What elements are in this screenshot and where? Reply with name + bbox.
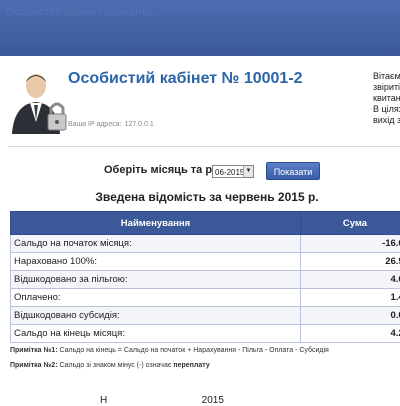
row-name: Сальдо на кінець місяця: xyxy=(11,325,301,343)
row-name: Відшкодовано субсидія: xyxy=(11,307,301,325)
top-banner: Особистий кабінет абонента xyxy=(0,0,400,56)
note-text: Сальдо на кінець = Сальдо на початок + Н… xyxy=(59,347,328,354)
row-value: 0.00 xyxy=(300,307,400,325)
row-name: Сальдо на початок місяця: xyxy=(11,235,301,253)
column-header-amount: Сума xyxy=(300,212,400,235)
banner-faint-text: Особистий кабінет абонента xyxy=(6,6,152,18)
welcome-line: квитан xyxy=(373,93,400,104)
summary-title: Зведена відомість за червень 2015 р. xyxy=(0,190,400,204)
user-avatar-icon xyxy=(8,70,70,134)
table-row: Сальдо на початок місяця: -16.68 xyxy=(11,235,400,253)
row-value: 26.98 xyxy=(300,253,400,271)
ip-address: Ваша IP адреса:127.0.0.1 xyxy=(68,121,154,128)
summary-table: Найменування Сума Сальдо на початок міся… xyxy=(10,211,400,343)
table-row: Відшкодовано за пільгою: 4.67 xyxy=(11,271,400,289)
note-emphasis: переплату xyxy=(173,362,209,369)
welcome-line: вихід з xyxy=(373,115,400,126)
bottom-partial-text: Н 2015 xyxy=(100,395,224,406)
row-name: Оплачено: xyxy=(11,289,301,307)
table-row: Оплачено: 1.40 xyxy=(11,289,400,307)
month-label: Оберіть місяць та рік xyxy=(104,164,221,176)
month-selector-row: Оберіть місяць та рік 06-2015 ▼ Показати xyxy=(0,160,400,182)
row-value: 4.67 xyxy=(300,271,400,289)
row-name: Відшкодовано за пільгою: xyxy=(11,271,301,289)
page-title: Особистий кабінет № 10001-2 xyxy=(68,70,303,88)
row-value: -16.68 xyxy=(300,235,400,253)
ip-value: 127.0.0.1 xyxy=(125,121,154,128)
welcome-line: Вітаєм xyxy=(373,71,400,82)
table-row: Відшкодовано субсидія: 0.00 xyxy=(11,307,400,325)
table-row: Сальдо на кінець місяця: 4.23 xyxy=(11,325,400,343)
row-value: 1.40 xyxy=(300,289,400,307)
show-button[interactable]: Показати xyxy=(266,162,320,180)
note-1: Примітка №1: Сальдо на кінець = Сальдо н… xyxy=(10,347,329,354)
note-label: Примітка №1: xyxy=(10,347,58,354)
chevron-down-icon[interactable]: ▼ xyxy=(243,166,253,177)
table-row: Нараховано 100%: 26.98 xyxy=(11,253,400,271)
row-name: Нараховано 100%: xyxy=(11,253,301,271)
row-value: 4.23 xyxy=(300,325,400,343)
divider xyxy=(8,146,400,147)
table-header-row: Найменування Сума xyxy=(11,212,400,235)
welcome-text-truncated: Вітаєм звіриті квитан В цілях вихід з xyxy=(373,71,400,126)
note-text: Сальдо зі знаком мінус (-) означає xyxy=(59,362,171,369)
column-header-name: Найменування xyxy=(11,212,301,235)
welcome-line: В цілях xyxy=(373,104,400,115)
month-select-value: 06-2015 xyxy=(215,168,244,177)
ip-label: Ваша IP адреса: xyxy=(68,121,122,128)
welcome-line: звіриті xyxy=(373,82,400,93)
month-select[interactable]: 06-2015 ▼ xyxy=(212,165,254,178)
note-2: Примітка №2: Сальдо зі знаком мінус (-) … xyxy=(10,362,210,369)
note-label: Примітка №2: xyxy=(10,362,58,369)
